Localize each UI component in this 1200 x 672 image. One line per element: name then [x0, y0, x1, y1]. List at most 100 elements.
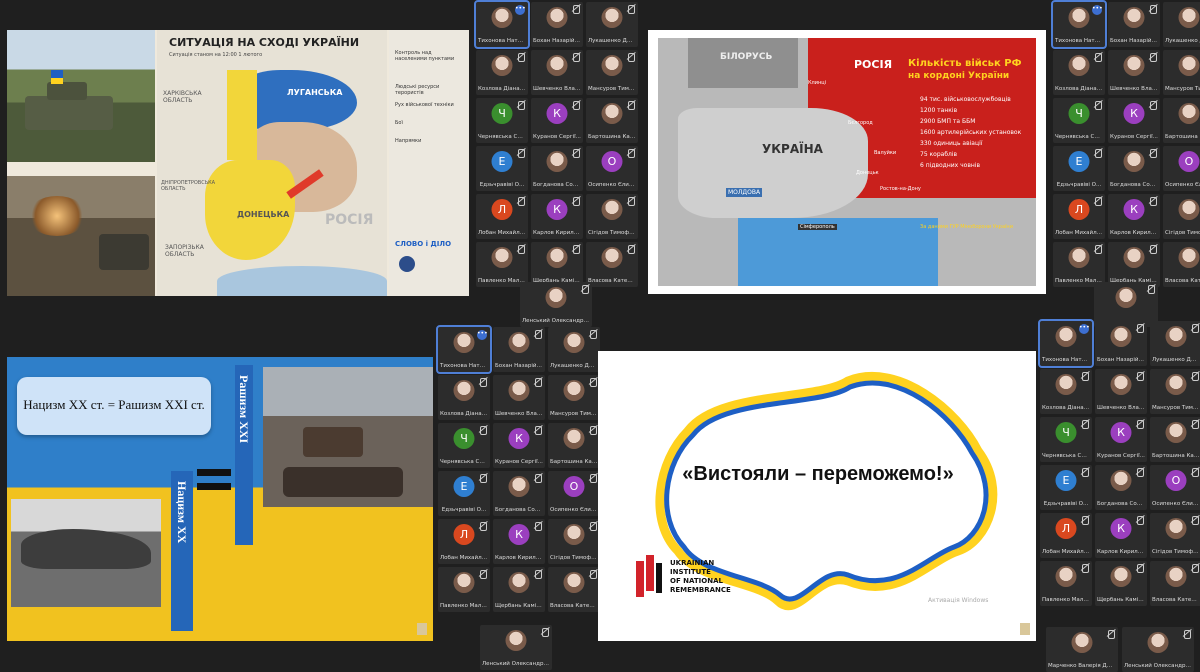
- participant-name: Богданова Софія: [495, 507, 543, 513]
- participant-tile[interactable]: Е Едзьчравіві О...: [438, 471, 490, 516]
- participant-tile[interactable]: Павленко Малія...: [476, 242, 528, 287]
- participant-tile[interactable]: Мансуров Тиму...: [548, 375, 600, 420]
- more-options-icon[interactable]: •••: [1092, 5, 1103, 15]
- participant-name: Чернявська Соф...: [440, 459, 488, 465]
- stat-aviation: 330 одиниць авіації: [920, 140, 983, 147]
- participant-tile[interactable]: О Осипенко Єлиза...: [548, 471, 600, 516]
- participant-tile[interactable]: Козлова Діана О...: [476, 50, 528, 95]
- participant-tile[interactable]: О Осипенко Єлиза...: [586, 146, 638, 191]
- participant-tile[interactable]: Бохан Назарій А...: [1095, 321, 1147, 366]
- participant-tile[interactable]: Богданова Софія: [531, 146, 583, 191]
- participant-tile[interactable]: ••• Тихонова Наталі...: [474, 0, 530, 49]
- participant-tile[interactable]: Павленко Малія...: [1040, 561, 1092, 606]
- participant-tile[interactable]: Щербань Каміла...: [1108, 242, 1160, 287]
- participant-tile[interactable]: Власова Катери...: [1150, 561, 1200, 606]
- participant-tile[interactable]: ••• Тихонова Наталі...: [1051, 0, 1107, 49]
- participant-tile[interactable]: Власова Катери...: [1163, 242, 1200, 287]
- participant-tile[interactable]: Сігідов Тимофії...: [586, 194, 638, 239]
- city-valuyki: Валуйки: [874, 150, 897, 156]
- participant-tile[interactable]: Козлова Діана О...: [1040, 369, 1092, 414]
- participant-tile[interactable]: Л Лобан Михайло...: [438, 519, 490, 564]
- participant-tile[interactable]: Сігідов Тимофії...: [1150, 513, 1200, 558]
- participant-tile[interactable]: К Карлов Кирило ...: [531, 194, 583, 239]
- participant-tile[interactable]: Щербань Каміла...: [493, 567, 545, 612]
- participant-tile[interactable]: Е Едзьчравіві О...: [476, 146, 528, 191]
- more-options-icon[interactable]: •••: [1079, 324, 1090, 334]
- participant-tile[interactable]: Шевченко Влад...: [493, 375, 545, 420]
- participant-tile[interactable]: Шевченко Влад...: [1095, 369, 1147, 414]
- participant-name: Тихонова Наталі...: [1042, 357, 1090, 363]
- participant-tile[interactable]: К Карлов Кирило ...: [1108, 194, 1160, 239]
- participant-tile[interactable]: Бохан Назарій А...: [1108, 2, 1160, 47]
- participant-tile[interactable]: Ч Чернявська Соф...: [438, 423, 490, 468]
- participant-tile[interactable]: Власова Катери...: [586, 242, 638, 287]
- more-options-icon[interactable]: •••: [515, 5, 526, 15]
- participant-tile[interactable]: Богданова Софія: [1095, 465, 1147, 510]
- mic-muted-icon: [535, 522, 542, 531]
- participant-tile[interactable]: Шевченко Влад...: [531, 50, 583, 95]
- participant-tile[interactable]: Е Едзьчравіві О...: [1053, 146, 1105, 191]
- participant-tile[interactable]: К Карлов Кирило ...: [493, 519, 545, 564]
- participant-tile[interactable]: К Куранов Сергії...: [1095, 417, 1147, 462]
- participant-tile[interactable]: К Карлов Кирило ...: [1095, 513, 1147, 558]
- avatar: [1123, 7, 1145, 28]
- participant-tile[interactable]: Бохан Назарій А...: [531, 2, 583, 47]
- participant-name: Бартошина Кате...: [550, 459, 598, 465]
- participant-tile[interactable]: Ч Чернявська Соф...: [1053, 98, 1105, 143]
- participant-tile[interactable]: Богданова Софія: [1108, 146, 1160, 191]
- participant-tile[interactable]: ••• Тихонова Наталі...: [436, 325, 492, 374]
- participant-tile[interactable]: Марченко Валерія Дмитр...: [1046, 627, 1118, 672]
- avatar: [563, 428, 585, 449]
- participants-grid-q2: ••• Тихонова Наталі... Бохан Назарій А... Л…: [1051, 0, 1200, 287]
- participant-tile[interactable]: Лукашенко Дми...: [548, 327, 600, 372]
- participant-tile[interactable]: Щербань Каміла...: [1095, 561, 1147, 606]
- participant-tile[interactable]: К Куранов Сергії...: [493, 423, 545, 468]
- participant-tile[interactable]: Козлова Діана О...: [1053, 50, 1105, 95]
- participant-tile[interactable]: К Куранов Сергії...: [531, 98, 583, 143]
- participant-tile[interactable]: Л Лобан Михайло...: [1053, 194, 1105, 239]
- avatar: [1115, 287, 1137, 308]
- participant-tile[interactable]: Ленський Олександр Ром...: [520, 282, 592, 327]
- participant-tile[interactable]: Бохан Назарій А...: [493, 327, 545, 372]
- participant-tile[interactable]: Ч Чернявська Соф...: [476, 98, 528, 143]
- participant-tile[interactable]: Ленський Олександр Ром...: [480, 625, 552, 670]
- participant-tile[interactable]: Лукашенко Дми...: [586, 2, 638, 47]
- slide-corner-logo: [417, 623, 427, 635]
- participant-name: Карлов Кирило ...: [1097, 549, 1145, 555]
- participant-tile[interactable]: Власова Катери...: [548, 567, 600, 612]
- participant-tile[interactable]: О Осипенко Єлиза...: [1150, 465, 1200, 510]
- participant-tile[interactable]: ••• Тихонова Наталі...: [1038, 319, 1094, 368]
- participant-tile[interactable]: Мансуров Тиму...: [1150, 369, 1200, 414]
- mic-muted-icon: [590, 522, 597, 531]
- participant-tile[interactable]: Мансуров Тиму...: [1163, 50, 1200, 95]
- participant-tile[interactable]: О Осипенко Єлиза...: [1163, 146, 1200, 191]
- participant-tile[interactable]: Л Лобан Михайло...: [476, 194, 528, 239]
- mic-muted-icon: [1082, 468, 1089, 477]
- more-options-icon[interactable]: •••: [477, 330, 488, 340]
- equation-box: Нацизм ХХ ст. = Рашизм ХХІ ст.: [17, 377, 211, 435]
- participant-tile[interactable]: Лукашенко Дми...: [1150, 321, 1200, 366]
- participant-tile[interactable]: Бартошина Кате...: [548, 423, 600, 468]
- participant-tile[interactable]: Бартошина Кате...: [1150, 417, 1200, 462]
- participant-tile[interactable]: Бартошина Кате...: [1163, 98, 1200, 143]
- participant-tile[interactable]: Лукашенко Дми...: [1163, 2, 1200, 47]
- participant-tile[interactable]: Ч Чернявська Соф...: [1040, 417, 1092, 462]
- participant-tile[interactable]: К Куранов Сергії...: [1108, 98, 1160, 143]
- participant-tile[interactable]: Богданова Софія: [493, 471, 545, 516]
- participant-tile[interactable]: Е Едзьчравіві О...: [1040, 465, 1092, 510]
- participant-tile[interactable]: Мансуров Тиму...: [586, 50, 638, 95]
- photo-destroyed-convoy: [263, 367, 433, 507]
- participant-tile[interactable]: Павленко Малія...: [438, 567, 490, 612]
- participant-tile[interactable]: Козлова Діана О...: [438, 375, 490, 420]
- mic-muted-icon: [1082, 516, 1089, 525]
- participant-tile[interactable]: Л Лобан Михайло...: [1040, 513, 1092, 558]
- participant-tile[interactable]: Щербань Каміла...: [531, 242, 583, 287]
- avatar: [1165, 374, 1187, 395]
- participant-tile[interactable]: Бартошина Кате...: [586, 98, 638, 143]
- participant-tile[interactable]: Сігідов Тимофії...: [548, 519, 600, 564]
- participant-tile[interactable]: Ленський Олександр Ром...: [1122, 627, 1194, 672]
- avatar: К: [508, 524, 530, 545]
- participant-tile[interactable]: Павленко Малія...: [1053, 242, 1105, 287]
- participant-tile[interactable]: Сігідов Тимофії...: [1163, 194, 1200, 239]
- participant-tile[interactable]: Шевченко Влад...: [1108, 50, 1160, 95]
